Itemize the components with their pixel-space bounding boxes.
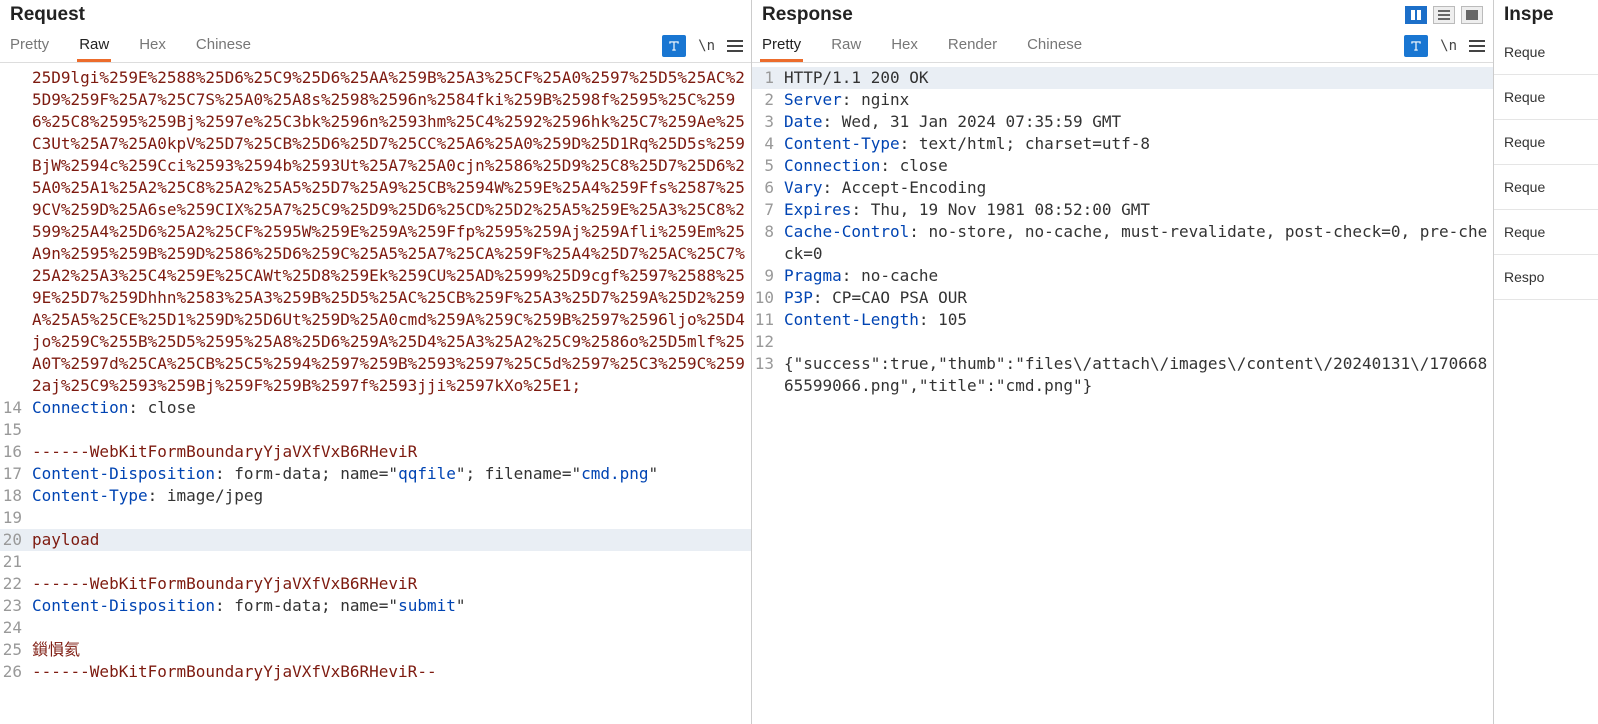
code-line: 14Connection: close <box>0 397 751 419</box>
code-line: 1HTTP/1.1 200 OK <box>752 67 1493 89</box>
gutter: 13 <box>752 353 778 375</box>
code-line: 25鎻愪氦 <box>0 639 751 661</box>
inspector-item[interactable]: Reque <box>1494 120 1598 165</box>
code-line: 2Server: nginx <box>752 89 1493 111</box>
tab-pretty[interactable]: Pretty <box>8 30 51 62</box>
inspector-item[interactable]: Reque <box>1494 210 1598 255</box>
code-line: 4Content-Type: text/html; charset=utf-8 <box>752 133 1493 155</box>
code-line: 6Vary: Accept-Encoding <box>752 177 1493 199</box>
gutter: 25 <box>0 639 26 661</box>
actions-menu-icon[interactable] <box>1469 40 1485 52</box>
inspector-title: Inspe <box>1504 4 1554 26</box>
gutter: 7 <box>752 199 778 221</box>
code-line: 3Date: Wed, 31 Jan 2024 07:35:59 GMT <box>752 111 1493 133</box>
actions-menu-icon[interactable] <box>727 40 743 52</box>
gutter: 16 <box>0 441 26 463</box>
gutter: 6 <box>752 177 778 199</box>
code-line: 12 <box>752 331 1493 353</box>
gutter: 21 <box>0 551 26 573</box>
tab-pretty[interactable]: Pretty <box>760 30 803 62</box>
code-line: 16------WebKitFormBoundaryYjaVXfVxB6RHev… <box>0 441 751 463</box>
code-line: 9Pragma: no-cache <box>752 265 1493 287</box>
text-tool-button[interactable] <box>662 35 686 57</box>
text-tool-button[interactable] <box>1404 35 1428 57</box>
code-line: 7Expires: Thu, 19 Nov 1981 08:52:00 GMT <box>752 199 1493 221</box>
code-line: 21 <box>0 551 751 573</box>
code-line: 26------WebKitFormBoundaryYjaVXfVxB6RHev… <box>0 661 751 683</box>
gutter: 18 <box>0 485 26 507</box>
gutter: 23 <box>0 595 26 617</box>
code-line: 5Connection: close <box>752 155 1493 177</box>
code-line: 23Content-Disposition: form-data; name="… <box>0 595 751 617</box>
tab-hex[interactable]: Hex <box>889 30 920 62</box>
tab-chinese[interactable]: Chinese <box>194 30 253 62</box>
request-editor[interactable]: 25D9lgi%259E%2588%25D6%25C9%25D6%25AA%25… <box>0 63 751 724</box>
code-line: 11Content-Length: 105 <box>752 309 1493 331</box>
code-line: 8Cache-Control: no-store, no-cache, must… <box>752 221 1493 265</box>
response-header: Response <box>752 0 1493 30</box>
tab-hex[interactable]: Hex <box>137 30 168 62</box>
gutter: 5 <box>752 155 778 177</box>
response-tabrow: Pretty Raw Hex Render Chinese \n <box>752 30 1493 63</box>
gutter: 26 <box>0 661 26 683</box>
inspector-item[interactable]: Reque <box>1494 165 1598 210</box>
request-panel: Request Pretty Raw Hex Chinese \n 25D9lgi%2… <box>0 0 752 724</box>
gutter: 1 <box>752 67 778 89</box>
gutter: 17 <box>0 463 26 485</box>
response-panel: Response Pretty Raw Hex Render Chinese \n 1H… <box>752 0 1494 724</box>
code-line: 10P3P: CP=CAO PSA OUR <box>752 287 1493 309</box>
code-line: 15 <box>0 419 751 441</box>
tab-raw[interactable]: Raw <box>77 30 111 62</box>
inspector-list: RequeRequeRequeRequeRequeRespo <box>1494 30 1598 300</box>
gutter: 20 <box>0 529 26 551</box>
view-block-button[interactable] <box>1461 6 1483 24</box>
tab-render[interactable]: Render <box>946 30 999 62</box>
inspector-item[interactable]: Respo <box>1494 255 1598 300</box>
tab-raw[interactable]: Raw <box>829 30 863 62</box>
request-tabrow: Pretty Raw Hex Chinese \n <box>0 30 751 63</box>
view-list-button[interactable] <box>1433 6 1455 24</box>
gutter: 14 <box>0 397 26 419</box>
gutter: 3 <box>752 111 778 133</box>
inspector-item[interactable]: Reque <box>1494 30 1598 75</box>
code-line: 19 <box>0 507 751 529</box>
gutter: 2 <box>752 89 778 111</box>
code-line: 17Content-Disposition: form-data; name="… <box>0 463 751 485</box>
inspector-header: Inspe <box>1494 0 1598 30</box>
response-editor[interactable]: 1HTTP/1.1 200 OK2Server: nginx3Date: Wed… <box>752 63 1493 724</box>
gutter: 22 <box>0 573 26 595</box>
gutter: 10 <box>752 287 778 309</box>
code-line: 20payload <box>0 529 751 551</box>
view-split-button[interactable] <box>1405 6 1427 24</box>
gutter: 19 <box>0 507 26 529</box>
request-header: Request <box>0 0 751 30</box>
gutter: 8 <box>752 221 778 243</box>
gutter: 15 <box>0 419 26 441</box>
inspector-panel: Inspe RequeRequeRequeRequeRequeRespo <box>1494 0 1598 724</box>
tab-chinese[interactable]: Chinese <box>1025 30 1084 62</box>
gutter: 12 <box>752 331 778 353</box>
gutter: 9 <box>752 265 778 287</box>
code-line: 22------WebKitFormBoundaryYjaVXfVxB6RHev… <box>0 573 751 595</box>
code-line: 13{"success":true,"thumb":"files\/attach… <box>752 353 1493 397</box>
wrap-toggle[interactable]: \n <box>698 38 715 54</box>
url-encoded-fragment: 25D9lgi%259E%2588%25D6%25C9%25D6%25AA%25… <box>26 67 751 397</box>
response-title: Response <box>762 4 853 26</box>
inspector-item[interactable]: Reque <box>1494 75 1598 120</box>
code-line: 18Content-Type: image/jpeg <box>0 485 751 507</box>
code-line: 24 <box>0 617 751 639</box>
gutter: 4 <box>752 133 778 155</box>
request-title: Request <box>10 4 85 26</box>
gutter: 24 <box>0 617 26 639</box>
wrap-toggle[interactable]: \n <box>1440 38 1457 54</box>
gutter: 11 <box>752 309 778 331</box>
